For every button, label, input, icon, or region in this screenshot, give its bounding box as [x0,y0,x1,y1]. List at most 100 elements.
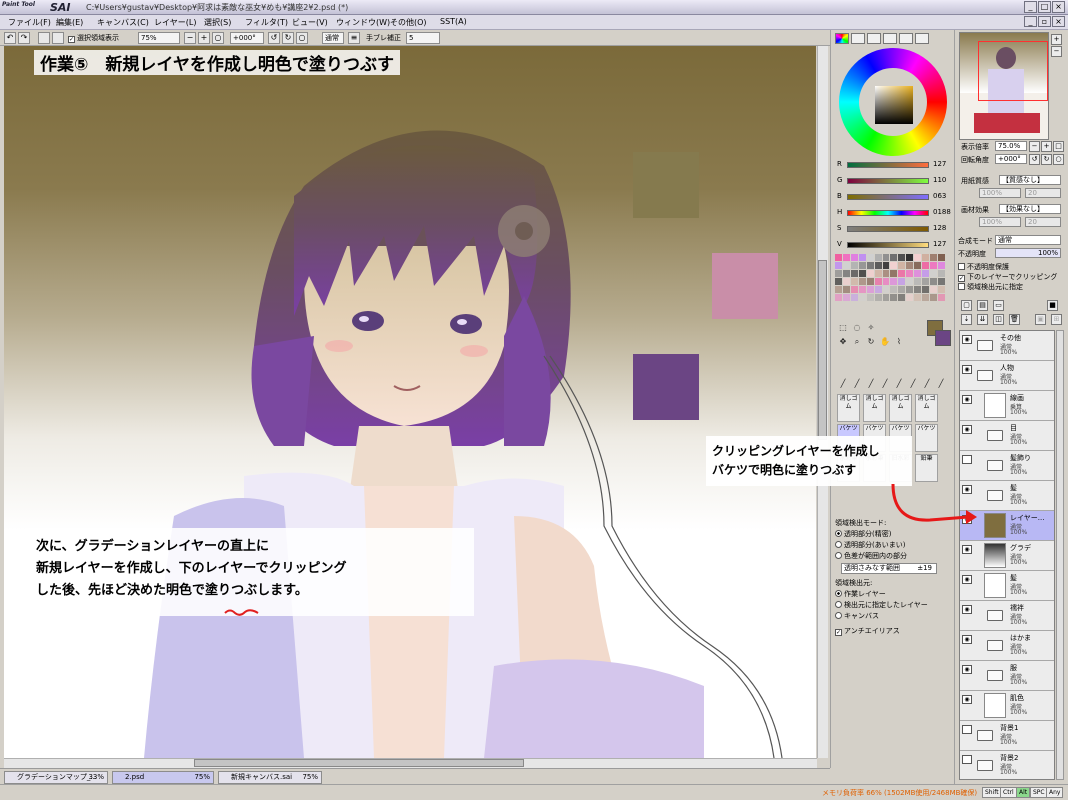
palette-swatch[interactable] [835,294,842,301]
mode-color-range[interactable]: 色差が範囲内の部分 [835,551,907,561]
mode-transparent-precise[interactable]: 透明部分(精密) [835,529,891,539]
layer-row[interactable]: ◉ 髪通常 100% [960,481,1054,511]
layer-mask-icon[interactable]: ■ [1047,300,1058,311]
brush-preset-icon[interactable]: ╱ [851,378,863,390]
palette-swatch[interactable] [938,294,945,301]
palette-swatch[interactable] [835,286,842,293]
layer-row[interactable]: ◉ レイヤー... 通常 100% [960,511,1054,541]
palette-swatch[interactable] [890,286,898,293]
antialias-checkbox[interactable]: ✓ アンチエイリアス [835,626,900,636]
menu-select[interactable]: 選択(S) [204,17,231,28]
palette-swatch[interactable] [874,294,882,301]
layer-visibility-eye-icon[interactable]: ◉ [962,365,972,374]
nav-zoom-out-icon[interactable]: − [1051,46,1062,57]
palette-swatch[interactable] [890,262,898,269]
zoom-icon[interactable]: ⌕ [851,336,863,348]
palette-swatch[interactable] [866,262,874,269]
source-specified-layer[interactable]: 検出元に指定したレイヤー [835,600,928,610]
rotate-left-icon[interactable]: ↺ [268,32,280,44]
menu-other[interactable]: その他(O) [390,17,427,28]
layer-visibility-eye-icon[interactable]: ◉ [962,515,972,524]
zoom-out-icon[interactable]: − [184,32,196,44]
palette-swatch[interactable] [858,278,866,285]
rotate-ccw-icon[interactable]: ↺ [1029,154,1040,165]
rect-select-icon[interactable]: ⬚ [837,322,849,334]
palette-swatch[interactable] [930,254,938,261]
zoom-reset-btn-icon[interactable]: □ [1053,141,1064,152]
palette-swatch[interactable] [858,270,866,277]
palette-swatch[interactable] [914,278,922,285]
palette-swatch[interactable] [866,278,874,285]
palette-swatch[interactable] [850,254,858,261]
tab-gradient-map[interactable]: グラデーションマップ_... 33% [4,771,108,784]
layer-visibility-eye-icon[interactable]: ◉ [962,545,972,554]
palette-swatch[interactable] [906,270,914,277]
palette-swatch[interactable] [938,254,945,261]
slider-b[interactable]: B 063 [837,192,953,204]
palette-swatch[interactable] [842,278,850,285]
palette-swatch[interactable] [874,254,882,261]
brush-preset-icon[interactable]: ╱ [879,378,891,390]
palette-swatch[interactable] [898,254,906,261]
palette-swatch[interactable] [914,294,922,301]
palette-swatch[interactable] [882,294,890,301]
nav-zoom-in-icon[interactable]: + [1051,34,1062,45]
scratchpad-mode-icon[interactable] [915,33,929,44]
zoom-value-field[interactable]: 75.0% [995,141,1027,151]
palette-swatch[interactable] [898,262,906,269]
palette-swatch[interactable] [938,262,945,269]
canvas-horizontal-scroll-thumb[interactable] [194,759,524,767]
layer-row[interactable]: ◉ 線画 乗算 100% [960,391,1054,421]
brush-preset-icon[interactable]: ╱ [935,378,947,390]
hand-icon[interactable]: ✋ [879,336,891,348]
palette-mode-icon[interactable] [883,33,897,44]
palette-swatch[interactable] [890,294,898,301]
lock-layer-icon[interactable]: ▣ [1035,314,1046,325]
paper-texture-scale[interactable]: 20 [1025,188,1061,198]
tab-2-psd[interactable]: 2.psd 75% [112,771,214,784]
brush-effect-select[interactable]: 【効果なし】 [999,204,1061,214]
secondary-color-box[interactable] [935,330,951,346]
palette-swatch[interactable] [930,286,938,293]
palette-swatch[interactable] [938,286,945,293]
palette-swatch[interactable] [866,286,874,293]
palette-swatch[interactable] [938,270,945,277]
color-wheel[interactable] [839,48,947,156]
stabilizer-select[interactable]: 5 [406,32,440,44]
slider-g[interactable]: G 110 [837,176,953,188]
zoom-minus-icon[interactable]: − [1029,141,1040,152]
slider-r[interactable]: R 127 [837,160,953,172]
rotate-cw-icon[interactable]: ↻ [1041,154,1052,165]
palette-swatch[interactable] [930,278,938,285]
zoom-in-icon[interactable]: + [198,32,210,44]
zoom-plus-icon[interactable]: + [1041,141,1052,152]
layer-visibility-eye-icon[interactable]: ◉ [962,425,972,434]
palette-swatch[interactable] [874,278,882,285]
palette-swatch[interactable] [835,262,842,269]
palette-swatch[interactable] [874,262,882,269]
palette-swatch[interactable] [906,278,914,285]
canvas[interactable]: 作業⑤ 新規レイヤを作成し明色で塗りつぶす 次に、グラデーションレイヤーの直上に… [4,46,816,758]
tab-new-canvas[interactable]: 新規キャンバス.sai 75% [218,771,322,784]
lasso-icon[interactable]: ◌ [851,322,863,334]
layer-visibility-eye-icon[interactable]: ◉ [962,635,972,644]
invert-selection-icon[interactable] [52,32,64,44]
canvas-vertical-scroll-thumb[interactable] [818,260,827,440]
brush-preset-icon[interactable]: ╱ [921,378,933,390]
layer-row[interactable]: ◉ 肌色 通常 100% [960,691,1054,721]
palette-swatch[interactable] [858,286,866,293]
eyedropper-icon[interactable]: ⌇ [893,336,905,348]
menu-sst[interactable]: SST(A) [440,17,467,26]
palette-swatch[interactable] [922,278,930,285]
minimize-button[interactable]: _ [1024,1,1037,13]
rgb-slider-mode-icon[interactable] [851,33,865,44]
redo-icon[interactable]: ↷ [18,32,30,44]
slider-v[interactable]: V 127 [837,240,953,252]
brush-cell[interactable]: バケツ [915,424,938,452]
rotate-value-field[interactable]: +000° [995,154,1027,164]
clip-below-checkbox[interactable]: ✓ 下のレイヤーでクリッピング [958,272,1057,282]
menu-filter[interactable]: フィルタ(T) [245,17,288,28]
brush-cell[interactable]: 鉛筆 [915,454,938,482]
layer-blend-select[interactable]: 通常 [995,235,1061,245]
layer-row[interactable]: ◉ 服通常 100% [960,661,1054,691]
